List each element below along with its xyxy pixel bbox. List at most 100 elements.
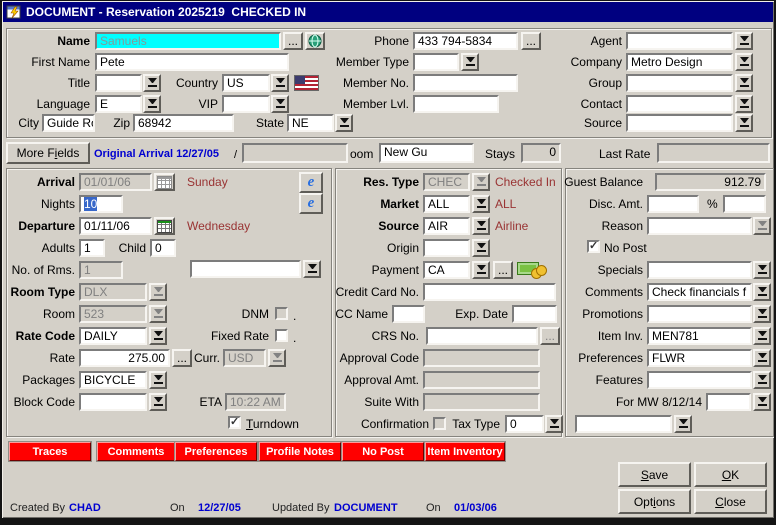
member-lvl-field[interactable] (413, 95, 499, 113)
no-of-rooms-field[interactable]: 1 (79, 261, 123, 279)
preferences-banner-button[interactable]: Preferences (175, 442, 257, 461)
promotions-field[interactable] (647, 305, 752, 323)
rate-browse-button[interactable]: ... (172, 349, 192, 367)
name-browse-button[interactable]: ... (283, 32, 303, 50)
save-button[interactable]: Save (618, 462, 691, 487)
zip-field[interactable]: 68942 (133, 114, 234, 132)
disc-amt-field[interactable] (647, 195, 699, 213)
source-code-field[interactable]: AIR (423, 217, 470, 235)
language-dropdown-button[interactable] (143, 95, 161, 113)
market-dropdown-button[interactable] (472, 195, 490, 213)
room-field[interactable]: 523 (79, 305, 147, 323)
no-post-checkbox[interactable]: ✓ (587, 240, 600, 253)
currency-field[interactable]: USD (223, 349, 266, 367)
payment-field[interactable]: CA (423, 261, 470, 279)
tax-type-dropdown-button[interactable] (545, 415, 563, 433)
vip-dropdown-button[interactable] (271, 95, 289, 113)
credit-card-no-field[interactable] (423, 283, 556, 301)
source-dropdown-button[interactable] (735, 114, 753, 132)
features-field[interactable] (647, 371, 752, 389)
agent-dropdown-button[interactable] (735, 32, 753, 50)
disc-percent-field[interactable] (723, 195, 766, 213)
arrival-calendar-button[interactable] (154, 173, 175, 191)
res-type-field[interactable]: CHEC (423, 173, 470, 191)
comments-banner-button[interactable]: Comments (97, 442, 175, 461)
rate-code-field[interactable]: DAILY (79, 327, 147, 345)
cc-name-field[interactable] (392, 305, 425, 323)
preferences-field[interactable]: FLWR (647, 349, 752, 367)
item-inv-dropdown-button[interactable] (753, 327, 771, 345)
company-field[interactable]: Metro Design (626, 53, 733, 71)
nights-field[interactable]: 10 (79, 195, 123, 213)
member-type-dropdown-button[interactable] (461, 53, 479, 71)
contact-dropdown-button[interactable] (735, 95, 753, 113)
phone-field[interactable]: 433 794-5834 (413, 32, 518, 50)
profile-globe-button[interactable] (305, 32, 325, 50)
for-mw-field[interactable] (706, 393, 751, 411)
eta-field[interactable]: 10:22 AM (225, 393, 286, 411)
options-button[interactable]: Options (618, 489, 691, 514)
language-field[interactable]: E (95, 95, 142, 113)
for-mw-dropdown-button[interactable] (753, 393, 771, 411)
rate-query-button-2[interactable]: e (299, 193, 323, 214)
origin-dropdown-button[interactable] (472, 239, 490, 257)
unlabeled-account-dropdown-button[interactable] (674, 415, 692, 433)
vip-field[interactable] (222, 95, 270, 113)
source-field[interactable] (626, 114, 733, 132)
departure-field[interactable]: 01/11/06 (79, 217, 152, 235)
departure-calendar-button[interactable] (154, 217, 175, 235)
block-code-field[interactable] (79, 393, 147, 411)
room-type-field[interactable]: DLX (79, 283, 147, 301)
contact-field[interactable] (626, 95, 733, 113)
title-dropdown-button[interactable] (143, 74, 161, 92)
child-field[interactable]: 0 (150, 239, 176, 257)
tax-type-field[interactable]: 0 (505, 415, 544, 433)
reason-field[interactable] (647, 217, 752, 235)
comments-dropdown-button[interactable] (753, 283, 771, 301)
turndown-checkbox[interactable]: ✓ (228, 416, 241, 429)
unlabeled-account-field[interactable] (575, 415, 672, 433)
specials-field[interactable] (647, 261, 752, 279)
confirmation-checkbox[interactable] (433, 417, 446, 430)
agent-field[interactable] (626, 32, 733, 50)
rate-field[interactable]: 275.00 (79, 349, 170, 367)
market-field[interactable]: ALL (423, 195, 470, 213)
member-no-field[interactable] (413, 74, 518, 92)
member-type-field[interactable] (413, 53, 459, 71)
country-dropdown-button[interactable] (271, 74, 289, 92)
close-button[interactable]: Close (694, 489, 767, 514)
unlabeled-combo-field[interactable] (190, 260, 301, 278)
payment-dropdown-button[interactable] (472, 261, 490, 279)
group-dropdown-button[interactable] (735, 74, 753, 92)
arrival-field[interactable]: 01/01/06 (79, 173, 152, 191)
item-inventory-banner-button[interactable]: Item Inventory (425, 442, 505, 461)
country-field[interactable]: US (222, 74, 270, 92)
preferences-dropdown-button[interactable] (753, 349, 771, 367)
comments-field[interactable]: Check financials f (647, 283, 752, 301)
company-dropdown-button[interactable] (735, 53, 753, 71)
specials-dropdown-button[interactable] (753, 261, 771, 279)
source-code-dropdown-button[interactable] (472, 217, 490, 235)
adults-field[interactable]: 1 (79, 239, 105, 257)
state-field[interactable]: NE (287, 114, 334, 132)
name-field[interactable]: Samuels (95, 32, 281, 50)
item-inv-field[interactable]: MEN781 (647, 327, 752, 345)
dnm-checkbox[interactable] (275, 307, 288, 320)
rate-query-button-1[interactable]: e (299, 172, 323, 193)
features-dropdown-button[interactable] (753, 371, 771, 389)
title-field[interactable] (95, 74, 142, 92)
unlabeled-combo-dropdown-button[interactable] (303, 260, 321, 278)
group-field[interactable] (626, 74, 733, 92)
first-name-field[interactable]: Pete (95, 53, 289, 71)
city-field[interactable]: Guide Ro (42, 114, 95, 132)
fixed-rate-checkbox[interactable] (275, 329, 288, 342)
crs-no-field[interactable] (426, 327, 538, 345)
exp-date-field[interactable] (512, 305, 557, 323)
room-status-field[interactable]: New Gu (379, 143, 474, 163)
phone-browse-button[interactable]: ... (521, 32, 541, 50)
packages-dropdown-button[interactable] (149, 371, 167, 389)
traces-banner-button[interactable]: Traces (9, 442, 91, 461)
no-post-banner-button[interactable]: No Post (342, 442, 424, 461)
payment-browse-button[interactable]: ... (493, 261, 513, 279)
rate-code-dropdown-button[interactable] (149, 327, 167, 345)
